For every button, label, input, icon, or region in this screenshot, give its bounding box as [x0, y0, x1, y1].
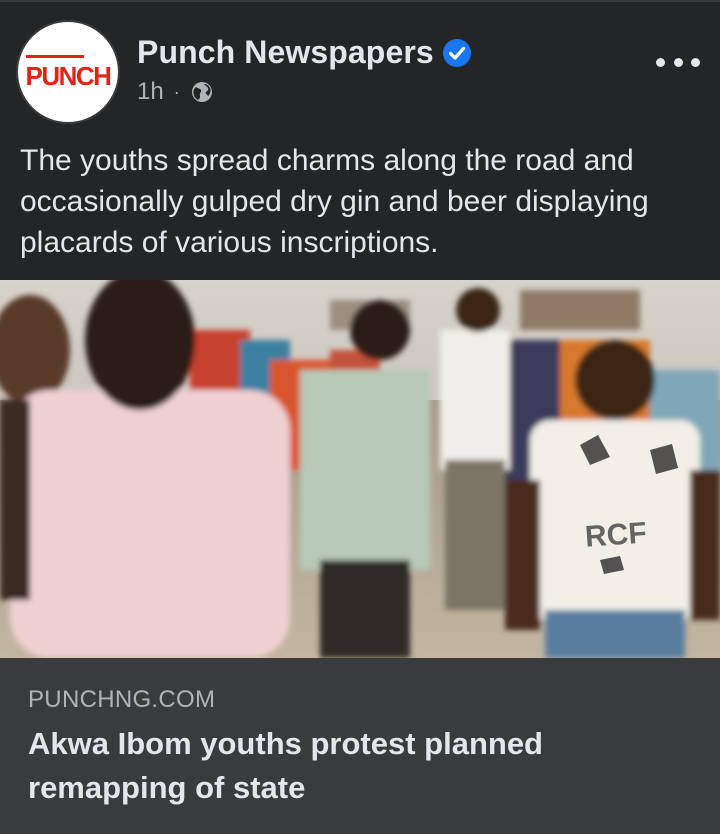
svg-text:PUNCH: PUNCH — [26, 61, 112, 91]
news-feed-post: PUNCH Punch Newspapers 1h · The youths s… — [0, 0, 720, 834]
post-header: PUNCH Punch Newspapers 1h · — [0, 0, 720, 130]
meta-separator: · — [173, 81, 180, 102]
protest-crowd-photo: RCF — [0, 280, 720, 658]
link-headline[interactable]: Akwa Ibom youths protest planned remappi… — [28, 722, 698, 810]
post-image[interactable]: RCF — [0, 280, 720, 658]
post-meta: 1h · — [137, 78, 214, 106]
globe-icon — [191, 82, 212, 102]
page-name[interactable]: Punch Newspapers — [137, 34, 434, 71]
verified-badge-icon — [443, 39, 471, 67]
more-dot-icon — [691, 57, 700, 67]
more-options-button[interactable] — [656, 52, 700, 72]
svg-text:RCF: RCF — [584, 516, 648, 553]
more-dot-icon — [673, 57, 683, 67]
more-dot-icon — [656, 57, 665, 67]
link-domain: PUNCHNG.COM — [28, 686, 216, 713]
post-caption: The youths spread charms along the road … — [20, 144, 649, 259]
post-timestamp[interactable]: 1h — [137, 78, 164, 106]
avatar[interactable]: PUNCH — [16, 20, 120, 124]
punch-logo: PUNCH — [26, 55, 113, 91]
